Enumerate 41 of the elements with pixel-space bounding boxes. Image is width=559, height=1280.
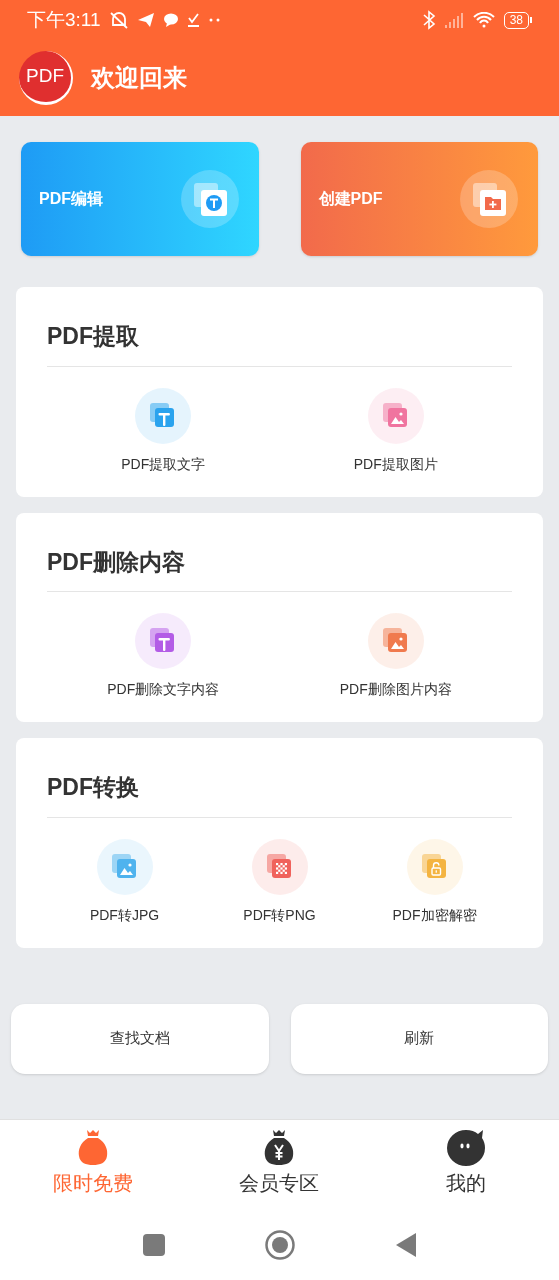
text-icon xyxy=(135,387,192,444)
folder-plus-icon xyxy=(460,170,518,228)
check-icon xyxy=(186,12,201,28)
text-icon xyxy=(180,170,239,228)
image-icon xyxy=(96,838,153,895)
battery-indicator: 38 xyxy=(503,11,532,29)
tool-button[interactable]: PDF转PNG xyxy=(202,838,357,926)
image-icon xyxy=(367,387,424,444)
home-button[interactable] xyxy=(264,1230,295,1260)
tool-button[interactable]: PDF加密解密 xyxy=(357,838,512,926)
nav-tab[interactable]: 会员专区 xyxy=(219,1128,340,1198)
bell-muted-icon xyxy=(108,10,129,30)
signal-icon xyxy=(443,12,464,28)
bluetooth-icon xyxy=(421,10,436,30)
recents-button[interactable] xyxy=(142,1234,165,1256)
tool-button[interactable]: PDF提取文字 xyxy=(78,387,249,475)
lock-icon xyxy=(406,838,463,895)
tool-button[interactable]: PDF提取图片 xyxy=(310,387,481,475)
tool-button[interactable]: PDF删除图片内容 xyxy=(310,613,481,700)
section-title: PDF删除内容 xyxy=(47,544,512,592)
app-logo: PDF xyxy=(19,51,73,105)
section-title: PDF转换 xyxy=(47,770,512,818)
page-title: 欢迎回来 xyxy=(91,63,187,93)
more-icon xyxy=(208,17,221,23)
back-button[interactable] xyxy=(394,1232,417,1258)
nav-tab[interactable]: 我的 xyxy=(405,1128,526,1198)
avatar-icon xyxy=(446,1128,485,1166)
paper-plane-icon xyxy=(136,12,155,28)
section-title: PDF提取 xyxy=(47,319,512,367)
money-bag-icon xyxy=(263,1128,296,1166)
grid-icon xyxy=(251,838,308,895)
chat-bubble-icon xyxy=(162,12,179,28)
money-bag-icon xyxy=(78,1128,109,1166)
tool-button[interactable]: PDF删除文字内容 xyxy=(78,613,249,700)
text-icon xyxy=(135,613,192,669)
status-time: 下午3:11 xyxy=(27,7,101,32)
image-icon xyxy=(367,613,424,669)
tool-button[interactable]: PDF转JPG xyxy=(47,838,202,926)
wifi-icon xyxy=(471,12,496,28)
action-button[interactable]: 查找文档 xyxy=(11,1003,269,1074)
action-button[interactable]: 刷新 xyxy=(290,1003,548,1074)
